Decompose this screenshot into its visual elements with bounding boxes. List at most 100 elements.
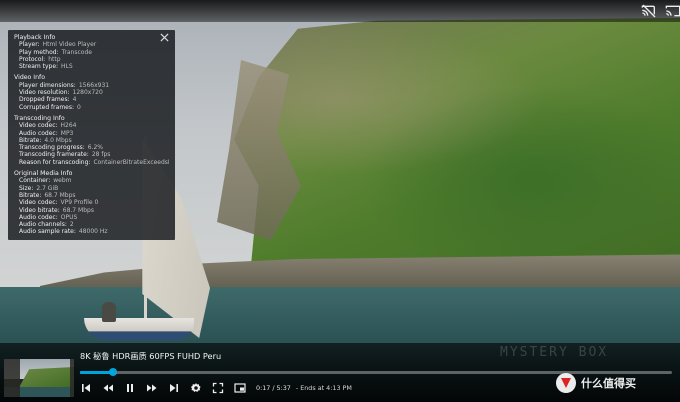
time-display: 0:17/5:37 - Ends at 4:13 PM [256, 384, 352, 392]
ends-at: - Ends at 4:13 PM [295, 384, 352, 392]
cast-disabled-icon[interactable] [641, 3, 657, 19]
info-row: Audio channels: 2 [14, 221, 169, 228]
info-row: Video resolution: 1280x720 [14, 89, 169, 96]
info-label: Bitrate: [19, 136, 42, 144]
info-value: ContainerBitrateExceedsLimit [93, 158, 169, 166]
poster-thumbnail[interactable] [4, 359, 74, 397]
info-label: Container: [19, 177, 51, 185]
fullscreen-icon[interactable] [212, 382, 224, 394]
info-row: Corrupted frames: 0 [14, 104, 169, 111]
info-section-title: Playback Info [14, 34, 56, 41]
info-row: Player: Html Video Player [14, 41, 169, 48]
info-label: Video codec: [19, 122, 58, 130]
next-track-icon[interactable] [168, 382, 180, 394]
info-value: VP9 Profile 0 [60, 199, 99, 207]
brand-logo-icon [556, 373, 576, 393]
info-row: Audio codec: OPUS [14, 214, 169, 221]
info-label: Player dimensions: [19, 81, 76, 89]
info-value: 4 [72, 96, 77, 104]
info-row: Dropped frames: 4 [14, 96, 169, 103]
info-value: 1280x720 [72, 89, 103, 97]
info-label: Bitrate: [19, 191, 42, 199]
info-value: 68.7 Mbps [62, 206, 94, 214]
info-label: Audio codec: [19, 129, 58, 137]
info-row: Protocol: http [14, 56, 169, 63]
info-label: Corrupted frames: [19, 103, 74, 111]
info-row: Play method: Transcode [14, 49, 169, 56]
info-label: Size: [19, 184, 34, 192]
info-value: 2.7 GiB [36, 184, 59, 192]
sailboat-hull [84, 318, 194, 340]
info-value: H264 [60, 122, 77, 130]
info-row: Stream type: HLS [14, 63, 169, 70]
info-section-title: Transcoding Info [14, 114, 65, 122]
rewind-icon[interactable] [102, 382, 114, 394]
close-icon[interactable] [160, 33, 169, 42]
info-label: Protocol: [19, 55, 46, 63]
media-title: 8K 秘鲁 HDR画质 60FPS FUHD Peru [80, 351, 222, 361]
info-row: Video codec: VP9 Profile 0 [14, 199, 169, 206]
info-label: Audio channels: [19, 221, 67, 229]
played-range [80, 371, 113, 374]
info-row: Player dimensions: 1566x931 [14, 82, 169, 89]
pause-icon[interactable] [124, 382, 136, 394]
picture-in-picture-icon[interactable] [234, 382, 246, 394]
info-label: Transcoding framerate: [19, 151, 89, 159]
settings-gear-icon[interactable] [190, 382, 202, 394]
info-row: Bitrate: 4.0 Mbps [14, 137, 169, 144]
info-value: Html Video Player [42, 41, 97, 49]
current-time: 0:17 [256, 384, 271, 392]
info-value: 28 fps [91, 151, 111, 159]
info-row: Size: 2.7 GiB [14, 185, 169, 192]
info-label: Dropped frames: [19, 96, 70, 104]
info-row: Video bitrate: 68.7 Mbps [14, 207, 169, 214]
sailor [102, 302, 116, 322]
info-value: 2 [69, 221, 74, 229]
info-value: 6.2% [87, 144, 103, 152]
watermark: MYSTERY BOX [500, 345, 609, 360]
info-value: 68.7 Mbps [44, 191, 76, 199]
info-row: Bitrate: 68.7 Mbps [14, 192, 169, 199]
info-label: Transcoding progress: [19, 144, 85, 152]
info-label: Play method: [19, 48, 59, 56]
seek-handle[interactable] [108, 368, 117, 376]
brand-watermark: 什么值得买 [556, 373, 636, 393]
info-value: 0 [77, 103, 81, 111]
info-label: Audio sample rate: [19, 228, 76, 236]
info-value: OPUS [60, 213, 78, 221]
info-row: Transcoding framerate: 28 fps [14, 151, 169, 158]
info-value: 1566x931 [78, 81, 110, 89]
info-row: Audio codec: MP3 [14, 130, 169, 137]
time-separator: / [272, 384, 275, 392]
brand-text: 什么值得买 [581, 377, 636, 390]
info-row: Video codec: H264 [14, 122, 169, 129]
info-row: Audio sample rate: 48000 Hz [14, 228, 169, 235]
cast-icon[interactable] [665, 3, 680, 19]
video-player[interactable]: Playback Info Player: Html Video Player Pla… [0, 0, 680, 402]
info-label: Video resolution: [19, 89, 70, 97]
info-label: Stream type: [19, 63, 59, 71]
info-value: HLS [61, 63, 73, 71]
info-value: MP3 [60, 129, 74, 137]
info-sections: Playback Info Player: Html Video Player Pla… [14, 34, 169, 236]
info-label: Video codec: [19, 199, 58, 207]
info-label: Player: [19, 41, 40, 49]
info-section-title: Video Info [14, 74, 46, 82]
fast-forward-icon[interactable] [146, 382, 158, 394]
info-section-title: Original Media Info [14, 170, 73, 178]
info-value: http [48, 55, 61, 63]
previous-track-icon[interactable] [80, 382, 92, 394]
playback-info-panel: Playback Info Player: Html Video Player Pla… [8, 30, 175, 240]
info-row: Transcoding progress: 6.2% [14, 144, 169, 151]
info-value: webm [53, 177, 72, 185]
top-bar [0, 0, 680, 22]
info-value: 4.0 Mbps [44, 136, 72, 144]
info-label: Audio codec: [19, 213, 58, 221]
info-value: Transcode [61, 48, 92, 56]
info-row: Container: webm [14, 177, 169, 184]
thumb-frame [4, 359, 74, 397]
duration: 5:37 [276, 384, 291, 392]
info-value: 48000 Hz [78, 228, 108, 236]
info-label: Reason for transcoding: [19, 158, 91, 166]
info-row: Reason for transcoding: ContainerBitrateE… [14, 159, 169, 166]
